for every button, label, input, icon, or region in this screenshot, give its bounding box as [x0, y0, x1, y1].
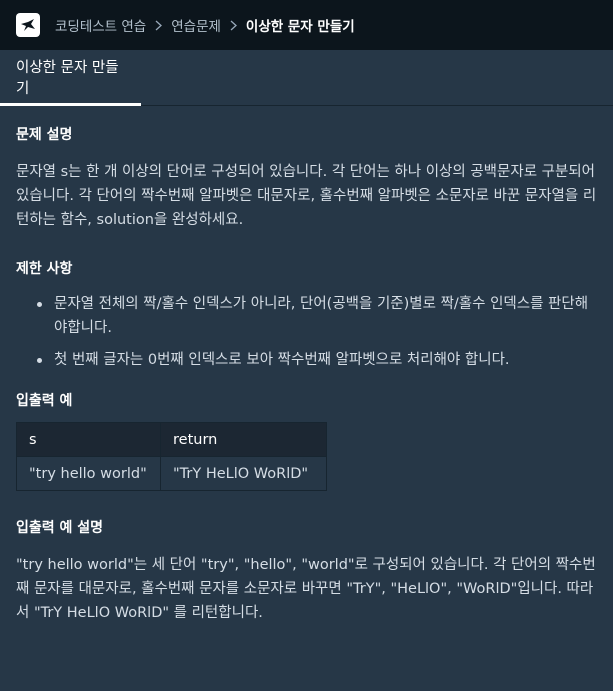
examples-section: 입출력 예 s return "try hello world" "TrY He…: [16, 390, 597, 491]
programmers-logo-icon[interactable]: [16, 13, 40, 37]
table-header-return: return: [160, 422, 327, 457]
table-cell: "TrY HeLlO WoRlD": [160, 456, 327, 491]
chevron-right-icon: [230, 20, 237, 31]
breadcrumb-item-coding-test[interactable]: 코딩테스트 연습: [55, 15, 146, 35]
description-text: 문자열 s는 한 개 이상의 단어로 구성되어 있습니다. 각 단어는 하나 이…: [16, 164, 597, 228]
constraints-section: 제한 사항 문자열 전체의 짝/홀수 인덱스가 아니라, 단어(공백을 기준)별…: [16, 258, 597, 372]
constraints-list: 문자열 전체의 짝/홀수 인덱스가 아니라, 단어(공백을 기준)별로 짝/홀수…: [16, 292, 597, 372]
tab-problem[interactable]: 이상한 문자 만들기: [0, 50, 141, 106]
explanation-heading: 입출력 예 설명: [16, 520, 104, 536]
table-header-row: s return: [16, 422, 327, 457]
list-item: 첫 번째 글자는 0번째 인덱스로 보아 짝수번째 알파벳으로 처리해야 합니다…: [37, 348, 597, 372]
chevron-right-icon: [155, 20, 163, 31]
examples-heading: 입출력 예: [16, 393, 73, 409]
table-row: "try hello world" "TrY HeLlO WoRlD": [16, 456, 327, 491]
table-header-s: s: [16, 422, 161, 457]
constraints-heading: 제한 사항: [16, 261, 73, 277]
table-cell: "try hello world": [16, 456, 161, 491]
breadcrumb-current: 이상한 문자 만들기: [245, 19, 355, 35]
top-navigation-bar: 코딩테스트 연습 연습문제 이상한 문자 만들기: [0, 0, 613, 50]
explanation-text: "try hello world"는 세 단어 "try", "hello", …: [16, 557, 596, 621]
breadcrumb: 코딩테스트 연습 연습문제 이상한 문자 만들기: [55, 15, 355, 35]
tab-bar: 이상한 문자 만들기: [0, 50, 613, 106]
description-section: 문제 설명 문자열 s는 한 개 이상의 단어로 구성되어 있습니다. 각 단어…: [16, 124, 597, 232]
description-heading: 문제 설명: [16, 127, 73, 143]
breadcrumb-item-practice[interactable]: 연습문제: [171, 15, 221, 35]
problem-content: 문제 설명 문자열 s는 한 개 이상의 단어로 구성되어 있습니다. 각 단어…: [0, 106, 613, 625]
list-item: 문자열 전체의 짝/홀수 인덱스가 아니라, 단어(공백을 기준)별로 짝/홀수…: [37, 292, 597, 340]
explanation-section: 입출력 예 설명 "try hello world"는 세 단어 "try", …: [16, 517, 597, 625]
examples-table: s return "try hello world" "TrY HeLlO Wo…: [16, 422, 327, 491]
